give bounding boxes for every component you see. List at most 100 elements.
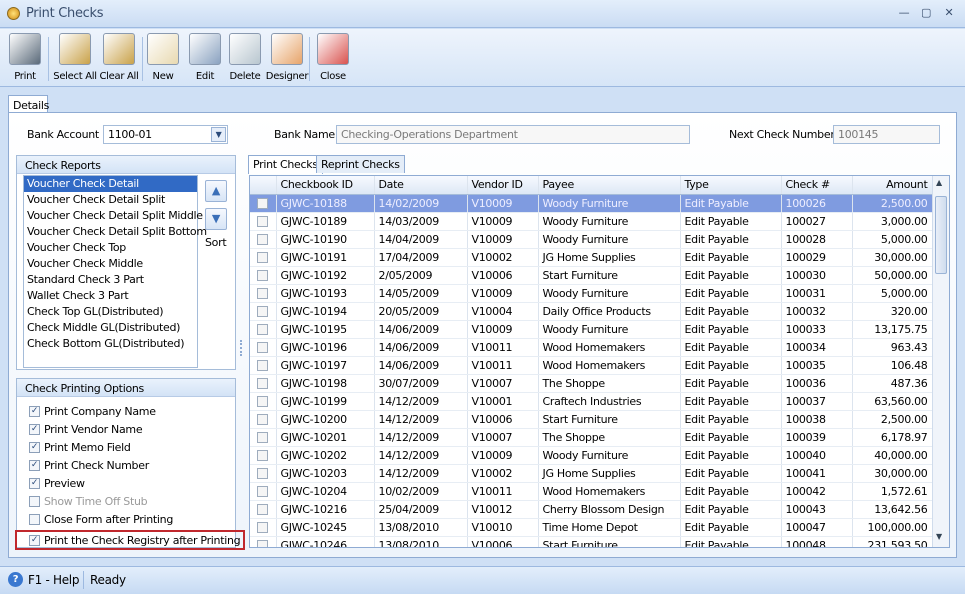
row-checkbox[interactable] (257, 287, 269, 299)
checkbox[interactable]: ✓ (29, 534, 40, 546)
row-checkbox[interactable] (257, 539, 269, 547)
row-checkbox[interactable] (257, 413, 269, 425)
table-row[interactable]: GJWC-10193 14/05/2009 V10009 Woody Furnitur… (250, 284, 933, 303)
designer-button[interactable]: Designer (264, 31, 310, 85)
row-checkbox[interactable] (257, 269, 269, 281)
table-row[interactable]: GJWC-10197 14/06/2009 V10011 Wood Homemaker… (250, 356, 933, 375)
next-check-number-field[interactable]: 100145 (833, 125, 940, 144)
checkbox[interactable]: ✓ (29, 477, 40, 489)
grid-vertical-scrollbar[interactable]: ▲ ▼ (932, 176, 949, 547)
table-row[interactable]: GJWC-10192 2/05/2009 V10006 Start Furniture… (250, 266, 933, 285)
row-select-cell[interactable] (250, 194, 277, 213)
column-header-check[interactable]: Check # (781, 176, 853, 195)
report-item[interactable]: Check Top GL(Distributed) (24, 304, 197, 320)
row-select-cell[interactable] (250, 284, 277, 303)
row-checkbox[interactable] (257, 377, 269, 389)
row-checkbox[interactable] (257, 305, 269, 317)
row-select-cell[interactable] (250, 248, 277, 267)
option-preview[interactable]: ✓ Preview (29, 474, 235, 492)
new-button[interactable]: New (144, 31, 182, 85)
report-item[interactable]: Voucher Check Middle (24, 256, 197, 272)
table-row[interactable]: GJWC-10198 30/07/2009 V10007 The Shoppe Edit… (250, 374, 933, 393)
column-header-payee[interactable]: Payee (538, 176, 681, 195)
edit-button[interactable]: Edit (186, 31, 224, 85)
tab-details[interactable]: Details (8, 95, 49, 113)
row-checkbox[interactable] (257, 521, 269, 533)
report-item[interactable]: Voucher Check Detail Split Middle (24, 208, 203, 224)
table-row[interactable]: GJWC-10195 14/06/2009 V10009 Woody Furnitur… (250, 320, 933, 339)
row-select-cell[interactable] (250, 338, 277, 357)
table-row[interactable]: GJWC-10199 14/12/2009 V10001 Craftech Indus… (250, 392, 933, 411)
column-header-date[interactable]: Date (374, 176, 468, 195)
clear-all-button[interactable]: Clear All (96, 31, 142, 85)
table-row[interactable]: GJWC-10216 25/04/2009 V10012 Cherry Blossom… (250, 500, 933, 519)
row-checkbox[interactable] (257, 449, 269, 461)
close-button[interactable]: Close (314, 31, 352, 85)
report-item[interactable]: Voucher Check Detail (24, 176, 197, 192)
option-print-vendor-name[interactable]: ✓ Print Vendor Name (29, 420, 235, 438)
table-row[interactable]: GJWC-10203 14/12/2009 V10002 JG Home Suppli… (250, 464, 933, 483)
table-row[interactable]: GJWC-10194 20/05/2009 V10004 Daily Office P… (250, 302, 933, 321)
table-row[interactable]: GJWC-10190 14/04/2009 V10009 Woody Furnitur… (250, 230, 933, 249)
row-select-cell[interactable] (250, 320, 277, 339)
row-select-cell[interactable] (250, 482, 277, 501)
table-row[interactable]: GJWC-10245 13/08/2010 V10010 Time Home Depo… (250, 518, 933, 537)
column-header-amount[interactable]: Amount (852, 176, 933, 195)
row-checkbox[interactable] (257, 431, 269, 443)
row-select-cell[interactable] (250, 518, 277, 537)
row-checkbox[interactable] (257, 467, 269, 479)
move-down-button[interactable]: ▼ (205, 208, 227, 230)
chevron-down-icon[interactable]: ▼ (211, 127, 226, 142)
row-select-cell[interactable] (250, 392, 277, 411)
report-item[interactable]: Voucher Check Top (24, 240, 197, 256)
delete-button[interactable]: Delete (226, 31, 264, 85)
option-print-the-check-registry-after-printing[interactable]: ✓ Print the Check Registry after Printing (15, 530, 245, 550)
minimize-button[interactable]: — (896, 5, 912, 21)
table-row[interactable]: GJWC-10189 14/03/2009 V10009 Woody Furnitur… (250, 212, 933, 231)
move-up-button[interactable]: ▲ (205, 180, 227, 202)
help-icon[interactable]: ? (8, 572, 23, 587)
row-checkbox[interactable] (257, 395, 269, 407)
select-column-header[interactable] (250, 176, 277, 195)
row-select-cell[interactable] (250, 464, 277, 483)
tab-reprint-checks[interactable]: Reprint Checks (316, 155, 405, 173)
report-item[interactable]: Check Middle GL(Distributed) (24, 320, 197, 336)
checkbox[interactable] (29, 513, 40, 525)
checkbox[interactable] (29, 495, 40, 507)
row-select-cell[interactable] (250, 410, 277, 429)
column-header-vendor-id[interactable]: Vendor ID (467, 176, 539, 195)
row-select-cell[interactable] (250, 356, 277, 375)
table-row[interactable]: GJWC-10188 14/02/2009 V10009 Woody Furnitur… (250, 194, 933, 213)
help-label[interactable]: F1 - Help (28, 573, 79, 587)
table-row[interactable]: GJWC-10200 14/12/2009 V10006 Start Furnitur… (250, 410, 933, 429)
row-select-cell[interactable] (250, 500, 277, 519)
row-select-cell[interactable] (250, 230, 277, 249)
row-checkbox[interactable] (257, 323, 269, 335)
tab-print-checks[interactable]: Print Checks (248, 155, 323, 174)
table-row[interactable]: GJWC-10204 10/02/2009 V10011 Wood Homemaker… (250, 482, 933, 501)
column-header-type[interactable]: Type (680, 176, 782, 195)
report-item[interactable]: Check Bottom GL(Distributed) (24, 336, 197, 352)
row-checkbox[interactable] (257, 341, 269, 353)
table-row[interactable]: GJWC-10201 14/12/2009 V10007 The Shoppe Edit… (250, 428, 933, 447)
row-select-cell[interactable] (250, 266, 277, 285)
select-all-button[interactable]: Select All (52, 31, 98, 85)
table-row[interactable]: GJWC-10246 13/08/2010 V10006 Start Furnitur… (250, 536, 933, 547)
row-checkbox[interactable] (257, 503, 269, 515)
row-select-cell[interactable] (250, 374, 277, 393)
splitter-handle[interactable] (240, 340, 242, 356)
bank-account-select[interactable]: 1100-01 ▼ (103, 125, 228, 144)
row-select-cell[interactable] (250, 212, 277, 231)
report-item[interactable]: Voucher Check Detail Split Bottom (24, 224, 207, 240)
table-row[interactable]: GJWC-10196 14/06/2009 V10011 Wood Homemaker… (250, 338, 933, 357)
bank-name-field[interactable]: Checking-Operations Department (336, 125, 690, 144)
scroll-up-icon[interactable]: ▲ (936, 178, 942, 187)
maximize-button[interactable]: ▢ (918, 5, 934, 21)
table-row[interactable]: GJWC-10202 14/12/2009 V10009 Woody Furnitur… (250, 446, 933, 465)
print-button[interactable]: Print (6, 31, 44, 85)
report-item[interactable]: Standard Check 3 Part (24, 272, 197, 288)
row-select-cell[interactable] (250, 536, 277, 547)
option-close-form-after-printing[interactable]: Close Form after Printing (29, 510, 235, 528)
row-checkbox[interactable] (257, 359, 269, 371)
row-checkbox[interactable] (257, 485, 269, 497)
